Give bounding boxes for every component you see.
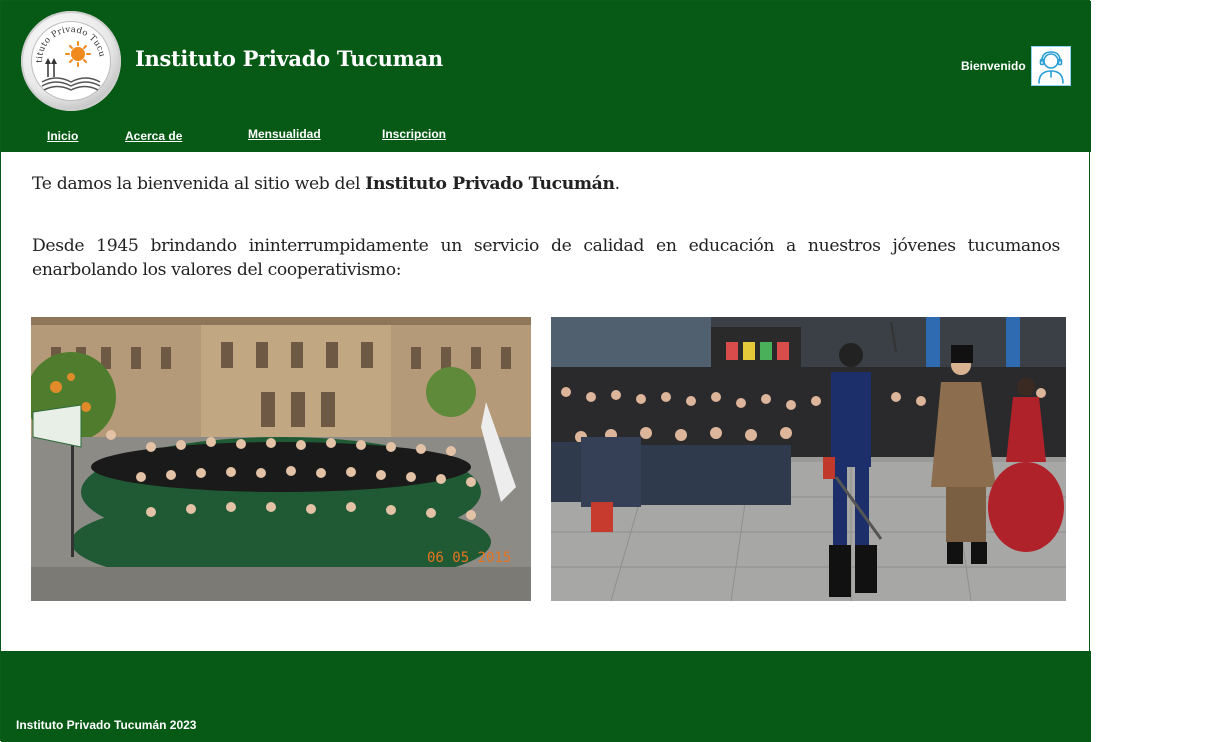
nav-item-inscripcion[interactable]: Inscripcion: [382, 127, 446, 141]
page: Instituto Privado Tucumán: [0, 0, 1091, 742]
welcome-label: Bienvenido: [961, 59, 1026, 73]
welcome-text-prefix: Te damos la bienvenida al sitio web del: [32, 174, 366, 194]
arrow-up-icon: [45, 58, 57, 77]
sun-icon: [65, 41, 91, 67]
nav-item-acerca-de[interactable]: Acerca de: [125, 129, 182, 143]
nav-item-mensualidad[interactable]: Mensualidad: [248, 127, 321, 141]
mission-paragraph: Desde 1945 brindando ininterrumpidamente…: [32, 236, 1060, 280]
user-avatar-graphic: [1038, 51, 1064, 84]
logo-emblem-graphic: Instituto Privado Tucumán: [28, 14, 107, 91]
welcome-text-suffix: .: [614, 174, 620, 194]
students-group-photo: 06 05 2015: [31, 317, 531, 601]
school-event-photo: [551, 317, 1066, 601]
header: Instituto Privado Tucumán: [1, 1, 1091, 152]
nav-item-inicio[interactable]: Inicio: [47, 129, 78, 143]
site-title: Instituto Privado Tucuman: [135, 46, 443, 71]
open-book-icon: [41, 77, 101, 91]
footer-copyright: Instituto Privado Tucumán 2023: [16, 718, 197, 732]
logo-emblem: Instituto Privado Tucumán: [28, 14, 111, 101]
school-event-photo-graphic: [551, 317, 1066, 601]
institute-name-bold: Instituto Privado Tucumán: [365, 174, 615, 194]
welcome-paragraph: Te damos la bienvenida al sitio web del …: [32, 174, 1060, 194]
photo-date-stamp: 06 05 2015: [427, 550, 512, 566]
user-avatar-icon[interactable]: [1031, 46, 1071, 86]
logo-ring-text: Instituto Privado Tucumán: [32, 22, 107, 63]
school-crest-logo[interactable]: Instituto Privado Tucumán: [21, 11, 121, 111]
